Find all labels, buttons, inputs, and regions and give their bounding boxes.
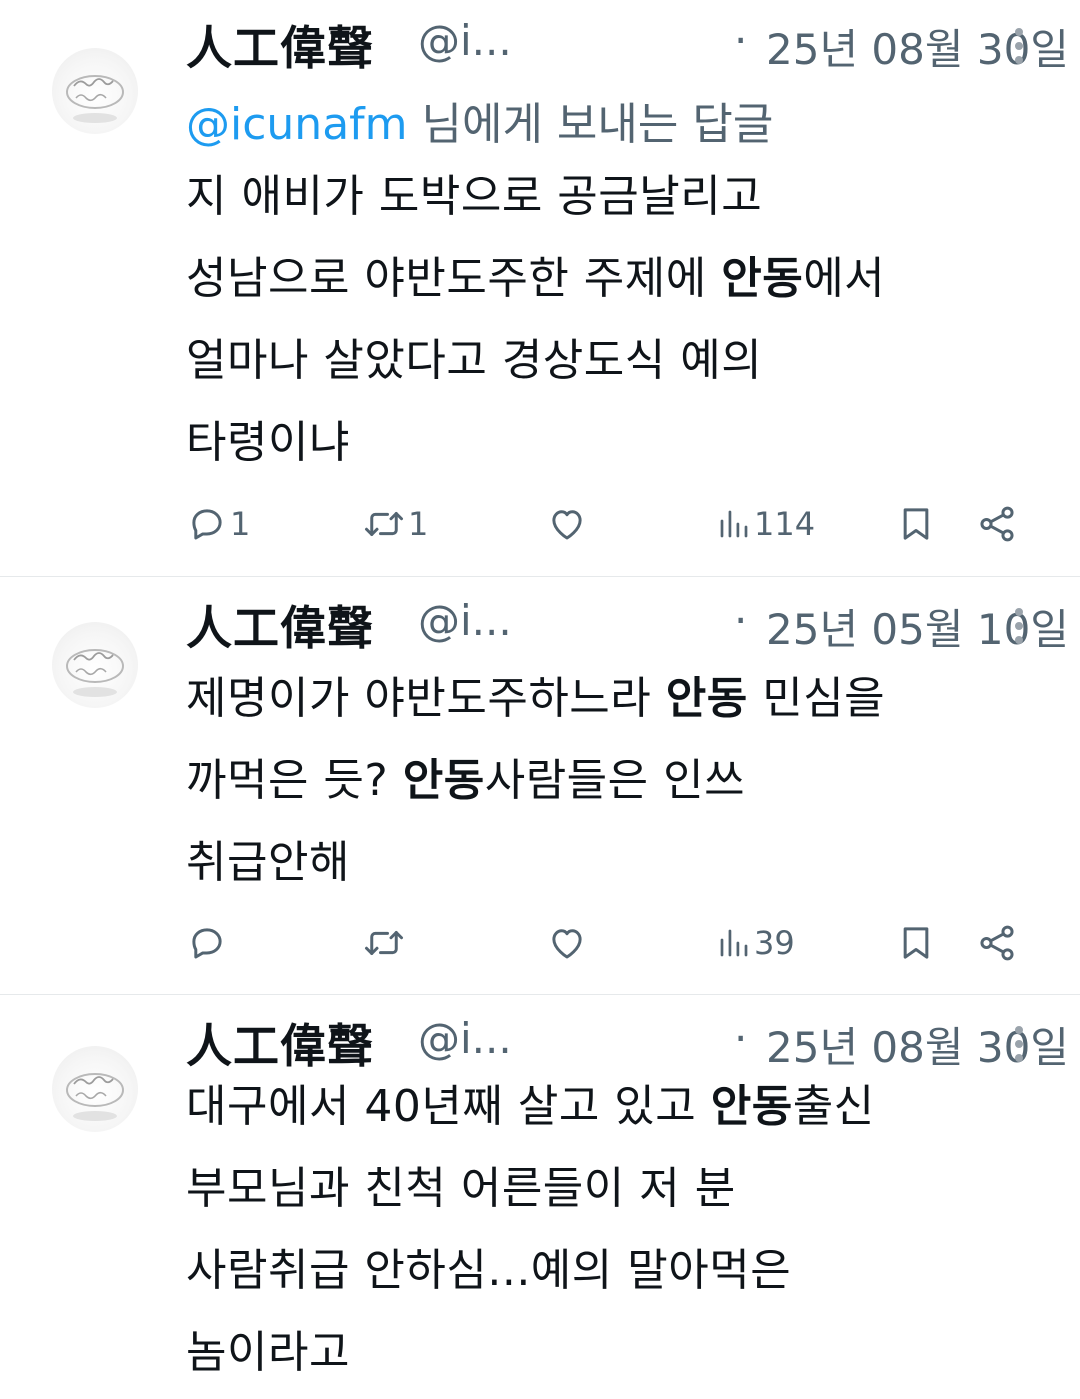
retweet-button[interactable] <box>362 913 406 973</box>
reply-mention[interactable]: @icunafm <box>186 99 408 150</box>
separator-dot: · <box>734 16 748 65</box>
highlighted-keyword: 안동 <box>402 755 485 806</box>
tweet[interactable]: 人工偉聲 @i... · 25년 08월 30일 대구에서 40년째 살고 있고… <box>0 998 1080 1399</box>
author-name[interactable]: 人工偉聲 <box>186 592 374 658</box>
action-bar: 1 1 114 <box>186 494 1036 554</box>
reply-button[interactable] <box>186 913 228 973</box>
tweet-text: 지 애비가 도박으로 공금날리고성남으로 야반도주한 주제에 안동에서얼마나 살… <box>186 156 1046 484</box>
reply-context-text: 님에게 보내는 답글 <box>407 99 774 150</box>
text-segment: 출신 <box>792 1081 875 1132</box>
divider <box>0 576 1080 577</box>
tweet-text-line: 지 애비가 도박으로 공금날리고 <box>186 156 1046 238</box>
ring-avatar-icon <box>66 75 124 123</box>
retweet-count: 1 <box>408 505 429 543</box>
tweet-text: 제명이가 야반도주하느라 안동 민심을 까먹은 듯? 안동사람들은 인쓰 취급안해 <box>186 658 1046 904</box>
bookmark-button[interactable] <box>896 494 936 554</box>
author-handle[interactable]: @i... <box>418 16 512 65</box>
text-segment: 지 애비가 도박으로 공금날리고 <box>186 171 763 222</box>
reply-icon <box>186 503 228 545</box>
bookmark-icon <box>896 920 936 966</box>
text-segment: 놈이라고 <box>186 1327 350 1378</box>
tweet[interactable]: 人工偉聲 @i... · 25년 05월 10일 제명이가 야반도주하느라 안동… <box>0 580 1080 994</box>
text-segment: 대구에서 40년째 살고 있고 <box>186 1081 711 1132</box>
heart-icon <box>546 503 588 545</box>
views-count: 39 <box>754 924 795 962</box>
tweet-text-line: 사람취급 안하심...예의 말아먹은 <box>186 1230 1046 1312</box>
tweet-text: 대구에서 40년째 살고 있고 안동출신부모님과 친척 어른들이 저 분사람취급… <box>186 1066 1046 1394</box>
avatar[interactable] <box>52 48 138 134</box>
retweet-icon <box>362 922 406 964</box>
author-handle[interactable]: @i... <box>418 596 512 645</box>
text-segment: 민심을 <box>747 673 886 724</box>
more-vertical-icon[interactable] <box>1004 602 1034 646</box>
reply-button[interactable]: 1 <box>186 494 250 554</box>
tweet-text-line: 대구에서 40년째 살고 있고 안동출신 <box>186 1066 1046 1148</box>
share-icon <box>976 503 1018 545</box>
views-icon <box>716 504 752 544</box>
ring-avatar-icon <box>66 649 124 697</box>
tweet-header: 人工偉聲 @i... · 25년 08월 30일 <box>186 0 1069 80</box>
share-button[interactable] <box>976 494 1018 554</box>
tweet-header: 人工偉聲 @i... · 25년 05월 10일 <box>186 580 1069 660</box>
share-button[interactable] <box>976 913 1018 973</box>
like-button[interactable] <box>546 913 588 973</box>
bookmark-icon <box>896 501 936 547</box>
text-segment: 얼마나 살았다고 경상도식 예의 <box>186 335 763 386</box>
tweet[interactable]: 人工偉聲 @i... · 25년 08월 30일 @icunafm 님에게 보내… <box>0 0 1080 576</box>
text-segment: 취급안해 <box>186 837 350 888</box>
separator-dot: · <box>734 596 748 645</box>
text-segment: 사람들은 인쓰 <box>484 755 746 806</box>
tweet-text-line: 제명이가 야반도주하느라 안동 민심을 <box>186 658 1046 740</box>
avatar[interactable] <box>52 1046 138 1132</box>
avatar[interactable] <box>52 622 138 708</box>
heart-icon <box>546 922 588 964</box>
text-segment: 부모님과 친척 어른들이 저 분 <box>186 1163 736 1214</box>
tweet-text-line: 부모님과 친척 어른들이 저 분 <box>186 1148 1046 1230</box>
divider <box>0 994 1080 995</box>
more-vertical-icon[interactable] <box>1004 22 1034 66</box>
author-name[interactable]: 人工偉聲 <box>186 12 374 78</box>
text-segment: 제명이가 야반도주하느라 <box>186 673 666 724</box>
highlighted-keyword: 안동 <box>710 1081 793 1132</box>
tweet-text-line: 놈이라고 <box>186 1312 1046 1394</box>
author-handle[interactable]: @i... <box>418 1014 512 1063</box>
tweet-text-line: 까먹은 듯? 안동사람들은 인쓰 <box>186 740 1046 822</box>
highlighted-keyword: 안동 <box>721 253 804 304</box>
separator-dot: · <box>734 1014 748 1063</box>
action-bar: 39 <box>186 913 1036 973</box>
retweet-button[interactable]: 1 <box>362 494 428 554</box>
ring-avatar-icon <box>66 1073 124 1121</box>
reply-count: 1 <box>230 505 251 543</box>
tweet-text-line: 타령이냐 <box>186 402 1046 484</box>
text-segment: 사람취급 안하심...예의 말아먹은 <box>186 1245 792 1296</box>
reply-context: @icunafm 님에게 보내는 답글 <box>186 88 773 152</box>
tweet-text-line: 성남으로 야반도주한 주제에 안동에서 <box>186 238 1046 320</box>
bookmark-button[interactable] <box>896 913 936 973</box>
text-segment: 까먹은 듯? <box>186 755 403 806</box>
views-count: 114 <box>754 505 816 543</box>
views-icon <box>716 923 752 963</box>
tweet-text-line: 취급안해 <box>186 822 1046 904</box>
tweet-text-line: 얼마나 살았다고 경상도식 예의 <box>186 320 1046 402</box>
highlighted-keyword: 안동 <box>665 673 748 724</box>
like-button[interactable] <box>546 494 588 554</box>
views-button[interactable]: 39 <box>716 913 795 973</box>
text-segment: 타령이냐 <box>186 417 350 468</box>
share-icon <box>976 922 1018 964</box>
text-segment: 성남으로 야반도주한 주제에 <box>186 253 722 304</box>
views-button[interactable]: 114 <box>716 494 815 554</box>
more-vertical-icon[interactable] <box>1004 1020 1034 1064</box>
text-segment: 에서 <box>803 253 886 304</box>
retweet-icon <box>362 503 406 545</box>
reply-icon <box>186 922 228 964</box>
